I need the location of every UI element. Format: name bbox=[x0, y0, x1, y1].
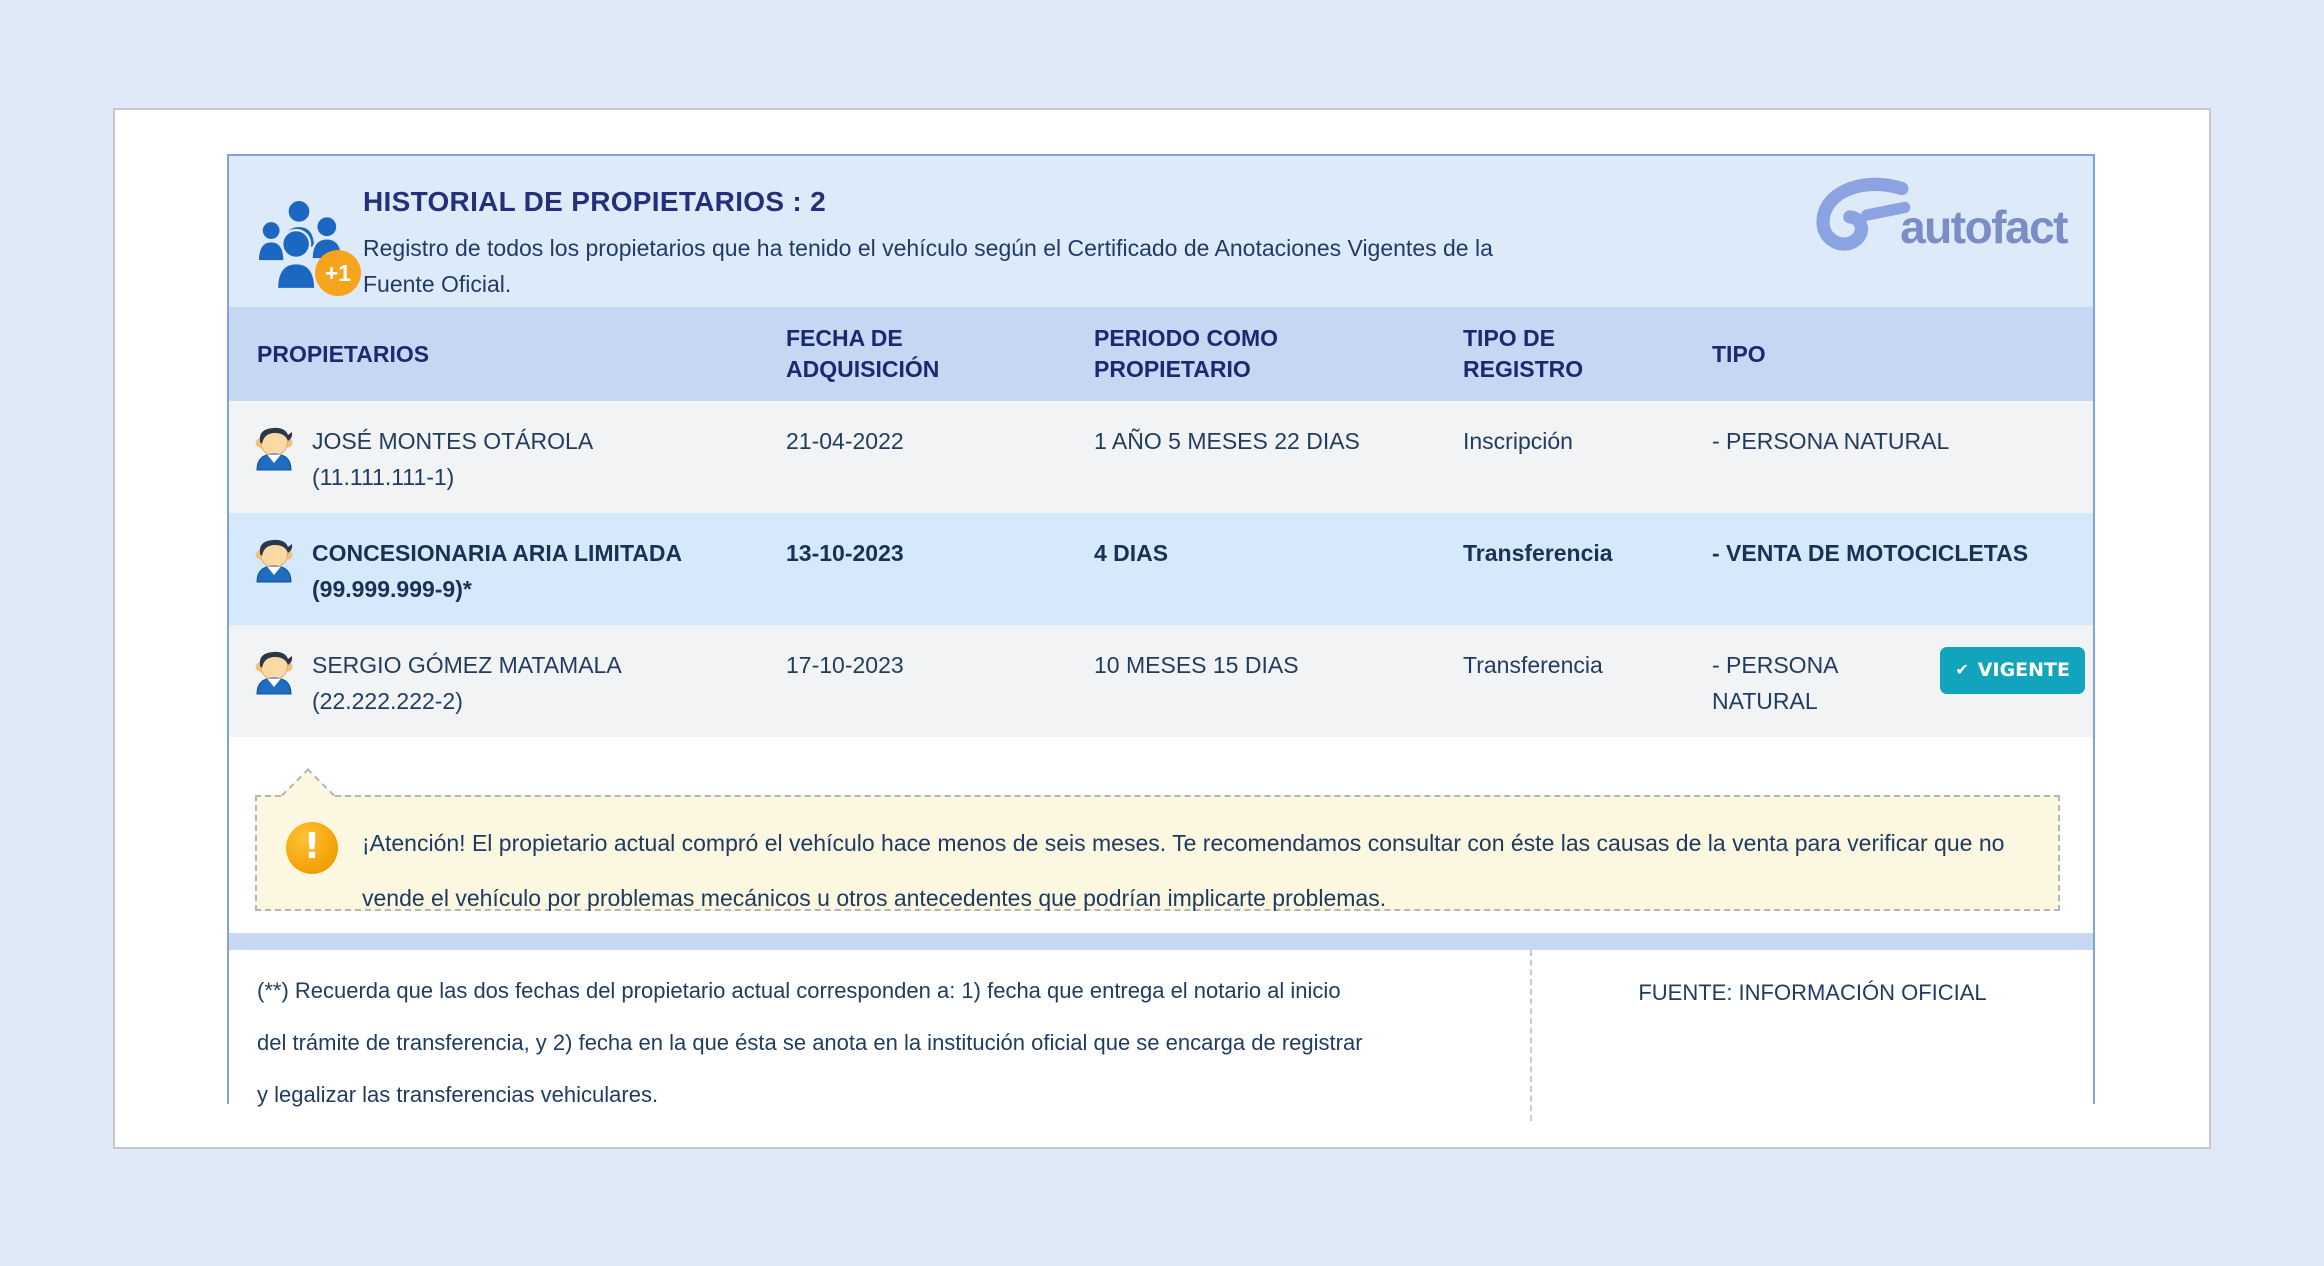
column-header-propietarios: PROPIETARIOS bbox=[257, 340, 430, 367]
footer-source: FUENTE: INFORMACIÓN OFICIAL bbox=[1530, 950, 2093, 1121]
warning-text: ¡Atención! El propietario actual compró … bbox=[362, 830, 2005, 911]
owner-name: JOSÉ MONTES OTÁROLA bbox=[312, 428, 594, 454]
notice-section: ! ¡Atención! El propietario actual compr… bbox=[229, 737, 2093, 933]
autofact-logo: autofact bbox=[1812, 176, 2068, 256]
panel-header: +1 HISTORIAL DE PROPIETARIOS : 2 Registr… bbox=[229, 156, 2093, 307]
owner-name: CONCESIONARIA ARIA LIMITADA bbox=[312, 540, 683, 566]
ownership-period: 10 MESES 15 DIAS bbox=[1094, 652, 1299, 678]
plus-one-badge: +1 bbox=[315, 250, 361, 296]
table-row: CONCESIONARIA ARIA LIMITADA (99.999.999-… bbox=[229, 513, 2093, 625]
column-header-fecha: FECHA DE ADQUISICIÓN bbox=[786, 325, 940, 382]
table-body: JOSÉ MONTES OTÁROLA (11.111.111-1) 21-04… bbox=[229, 401, 2093, 737]
owner-type: - PERSONA NATURAL bbox=[1712, 652, 1838, 714]
column-header-tipo: TIPO bbox=[1712, 340, 1766, 367]
owner-type: - PERSONA NATURAL bbox=[1712, 428, 1950, 454]
acquisition-date: 13-10-2023 bbox=[786, 540, 904, 566]
check-icon: ✔ bbox=[1955, 660, 1969, 679]
ownership-period: 1 AÑO 5 MESES 22 DIAS bbox=[1094, 428, 1360, 454]
owners-group-icon: +1 bbox=[251, 196, 361, 296]
owner-rut: (11.111.111-1) bbox=[312, 464, 455, 490]
divider-band bbox=[229, 933, 2093, 950]
registry-type: Transferencia bbox=[1463, 652, 1603, 678]
person-avatar-icon bbox=[250, 423, 298, 495]
owner-rut: (22.222.222-2) bbox=[312, 688, 463, 714]
owner-type: - VENTA DE MOTOCICLETAS bbox=[1712, 540, 2029, 566]
footer-note: (**) Recuerda que las dos fechas del pro… bbox=[257, 978, 1363, 1107]
person-avatar-icon bbox=[250, 647, 298, 719]
owner-rut: (99.999.999-9)* bbox=[312, 576, 472, 602]
acquisition-date: 17-10-2023 bbox=[786, 652, 904, 678]
registry-type: Inscripción bbox=[1463, 428, 1573, 454]
autofact-logo-text: autofact bbox=[1900, 201, 2068, 253]
ownership-period: 4 DIAS bbox=[1094, 540, 1169, 566]
acquisition-date: 21-04-2022 bbox=[786, 428, 904, 454]
person-avatar-icon bbox=[250, 535, 298, 607]
vigente-badge-label: VIGENTE bbox=[1977, 659, 2070, 681]
column-header-periodo: PERIODO COMO PROPIETARIO bbox=[1094, 325, 1279, 382]
table-row: JOSÉ MONTES OTÁROLA (11.111.111-1) 21-04… bbox=[229, 401, 2093, 513]
panel-footer: (**) Recuerda que las dos fechas del pro… bbox=[229, 950, 2093, 1121]
warning-icon: ! bbox=[286, 822, 338, 874]
table-header: PROPIETARIOS FECHA DE ADQUISICIÓN PERIOD… bbox=[229, 307, 2093, 401]
warning-bubble: ! ¡Atención! El propietario actual compr… bbox=[255, 768, 2060, 911]
column-header-tipo-registro: TIPO DE REGISTRO bbox=[1463, 325, 1584, 382]
table-row: SERGIO GÓMEZ MATAMALA (22.222.222-2) 17-… bbox=[229, 625, 2093, 737]
owners-history-panel: +1 HISTORIAL DE PROPIETARIOS : 2 Registr… bbox=[227, 154, 2095, 1121]
registry-type: Transferencia bbox=[1463, 540, 1613, 566]
page-title: HISTORIAL DE PROPIETARIOS : 2 bbox=[363, 186, 826, 217]
page-subtitle: Registro de todos los propietarios que h… bbox=[363, 235, 1493, 297]
owner-name: SERGIO GÓMEZ MATAMALA bbox=[312, 652, 622, 678]
report-card: +1 HISTORIAL DE PROPIETARIOS : 2 Registr… bbox=[113, 108, 2211, 1149]
vigente-badge: ✔ VIGENTE bbox=[1940, 647, 2085, 694]
